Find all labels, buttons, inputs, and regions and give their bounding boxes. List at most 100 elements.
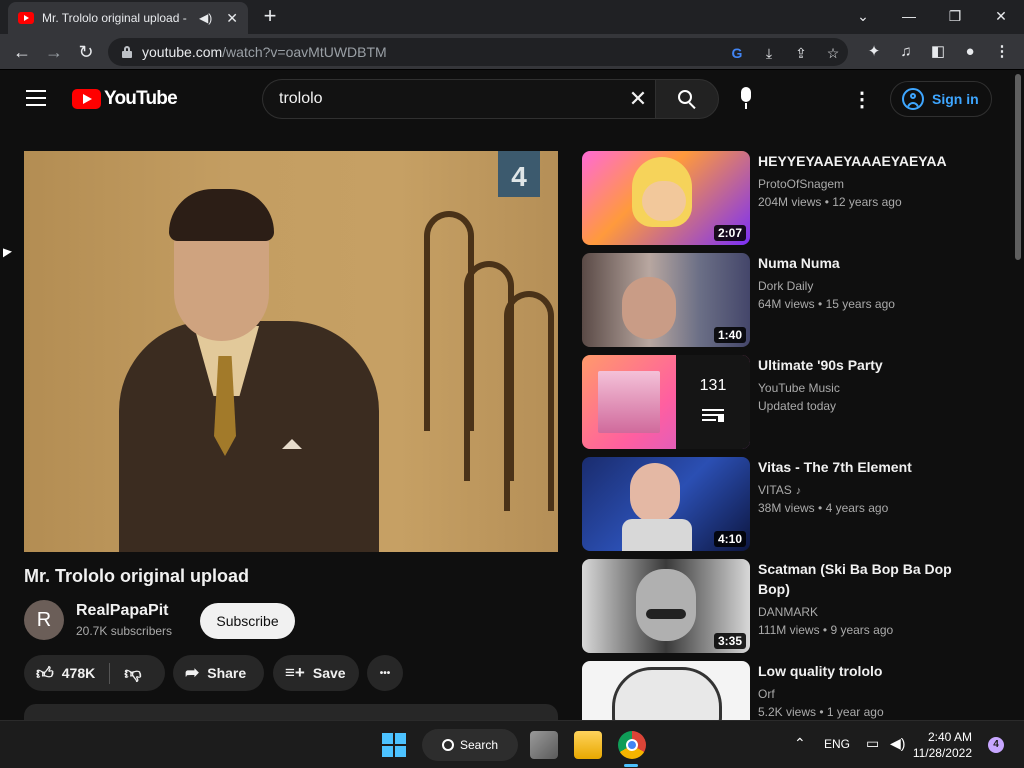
video-thumbnail[interactable] [582, 661, 750, 720]
playlist-count: 131 [699, 377, 727, 394]
related-video-channel: YouTube Music [758, 381, 840, 395]
page-scrollbar[interactable] [1012, 70, 1024, 720]
extensions-icon[interactable]: ✦ [864, 42, 884, 62]
browser-tab-strip: Mr. Trololo original upload - ◀) ✕ + ⌄ —… [0, 0, 1024, 34]
notification-badge[interactable]: 4 [988, 737, 1004, 753]
thumbs-down-icon[interactable]: 👎︎ [124, 663, 141, 684]
video-player[interactable]: 4 [24, 151, 558, 552]
video-thumbnail[interactable]: 1:40 [582, 253, 750, 347]
profile-icon[interactable]: ● [960, 42, 980, 62]
taskbar-search-button[interactable]: Search [422, 729, 518, 761]
restore-button[interactable]: ❐ [932, 4, 978, 28]
address-bar[interactable]: youtube.com/watch?v=oavMtUWDBTM G ⤓ ⇪ ☆ [108, 38, 848, 66]
clear-search-icon[interactable]: ✕ [626, 87, 650, 111]
playlist-icon [702, 409, 724, 423]
related-video-item[interactable]: Low quality trololo Orf 5.2K views • 1 y… [582, 661, 1002, 720]
related-video-title: Vitas - The 7th Element [758, 459, 912, 475]
view-count: 204M views [758, 195, 822, 209]
volume-icon[interactable]: ◀) [890, 735, 905, 752]
chrome-taskbar-icon[interactable] [618, 731, 646, 759]
speaker-icon[interactable]: ◀) [199, 11, 212, 25]
back-button[interactable]: ← [10, 40, 34, 64]
trollface-drawing [612, 667, 722, 720]
side-panel-icon[interactable]: ◧ [928, 42, 948, 62]
language-indicator[interactable]: ENG [824, 737, 850, 751]
subscribe-button[interactable]: Subscribe [200, 603, 295, 639]
search-input[interactable] [279, 90, 619, 108]
mouse-cursor-icon [3, 248, 12, 261]
share-arrow-icon: ➦ [185, 663, 200, 682]
search-button[interactable] [655, 79, 719, 119]
browser-tab[interactable]: Mr. Trololo original upload - ◀) ✕ [8, 2, 248, 34]
upload-age: 12 years ago [832, 195, 902, 209]
related-video-meta: 38M views • 4 years ago [758, 501, 889, 515]
menu-hamburger-icon[interactable] [26, 90, 46, 106]
file-explorer-icon[interactable] [574, 731, 602, 759]
browser-menu-icon[interactable]: ⋮ [992, 42, 1012, 62]
view-count: 38M views [758, 501, 815, 515]
tray-chevron-up-icon[interactable]: ⌃ [794, 735, 806, 752]
voice-search-button[interactable] [730, 83, 762, 115]
system-clock[interactable]: 2:40 AM 11/28/2022 [908, 729, 972, 761]
related-video-meta: Updated today [758, 399, 837, 413]
tab-search-chevron-icon[interactable]: ⌄ [840, 4, 886, 28]
channel-name[interactable]: RealPapaPit [76, 602, 168, 620]
singer-hair [169, 189, 274, 241]
youtube-header: YouTube ✕ ⋮ Sign in [0, 70, 1010, 126]
video-thumbnail[interactable]: 2:07 [582, 151, 750, 245]
vitas-face [630, 463, 680, 523]
related-video-item[interactable]: 3:35 Scatman (Ski Ba Bop Ba Dop Bop) DAN… [582, 559, 1002, 653]
clock-date: 11/28/2022 [912, 746, 972, 760]
scrollbar-thumb[interactable] [1015, 74, 1021, 260]
related-video-item[interactable]: 2:07 HEYYEYAAEYAAAEYAEYAA ProtoOfSnagem … [582, 151, 1002, 245]
bookmark-star-icon[interactable]: ☆ [824, 44, 842, 62]
reload-button[interactable]: ↻ [74, 40, 98, 64]
url-path: /watch?v=oavMtUWDBTM [222, 44, 387, 60]
youtube-favicon-icon [18, 12, 34, 24]
task-view-icon[interactable] [530, 731, 558, 759]
upload-age: 4 years ago [825, 501, 889, 515]
settings-kebab-icon[interactable]: ⋮ [850, 88, 874, 112]
related-video-channel: VITAS ♪ [758, 483, 801, 497]
windows-start-icon[interactable] [382, 733, 406, 757]
more-actions-button[interactable]: ••• [367, 655, 403, 691]
video-thumbnail[interactable]: 4:10 [582, 457, 750, 551]
taskbar-search-label: Search [460, 738, 499, 752]
share-page-icon[interactable]: ⇪ [792, 44, 810, 62]
related-video-title: Ultimate '90s Party [758, 357, 883, 373]
related-video-item[interactable]: 4:10 Vitas - The 7th Element VITAS ♪ 38M … [582, 457, 1002, 551]
like-button[interactable]: 👍︎ 478K [36, 662, 111, 684]
network-icon[interactable]: ▭ [866, 735, 879, 752]
install-app-icon[interactable]: ⤓ [760, 44, 778, 62]
share-label: Share [207, 665, 247, 681]
related-video-title: Numa Numa [758, 255, 840, 271]
video-thumbnail[interactable]: 3:35 [582, 559, 750, 653]
close-window-button[interactable]: ✕ [978, 4, 1024, 28]
forward-button[interactable]: → [42, 40, 66, 64]
channel-label: VITAS [758, 483, 792, 497]
related-video-item[interactable]: 1:40 Numa Numa Dork Daily 64M views • 15… [582, 253, 1002, 347]
google-lens-icon[interactable]: G [728, 44, 746, 62]
save-button[interactable]: ≡+ Save [273, 655, 359, 691]
share-button[interactable]: ➦ Share [173, 655, 264, 691]
channel-avatar[interactable]: R [24, 600, 64, 640]
tab-close-icon[interactable]: ✕ [226, 10, 238, 27]
media-controls-icon[interactable]: ♫ [896, 42, 916, 62]
youtube-logo[interactable]: YouTube [72, 88, 178, 110]
related-video-title: HEYYEYAAEYAAAEYAEYAA [758, 153, 947, 169]
related-playlist-item[interactable]: 131 Ultimate '90s Party YouTube Music Up… [582, 355, 1002, 449]
upload-age: 15 years ago [825, 297, 895, 311]
sign-in-button[interactable]: Sign in [890, 81, 992, 117]
subscriber-count: 20.7K subscribers [76, 624, 173, 638]
related-video-channel: DANMARK [758, 605, 819, 619]
related-video-title: Scatman (Ski Ba Bop Ba Dop Bop) [758, 561, 952, 597]
minimize-button[interactable]: — [886, 4, 932, 28]
new-tab-button[interactable]: + [258, 4, 282, 28]
windows-taskbar: Search ⌃ ENG ▭ ◀) 2:40 AM 11/28/2022 4 [0, 720, 1024, 768]
video-duration: 4:10 [713, 531, 746, 547]
url-host: youtube.com [142, 44, 223, 60]
related-video-channel: Orf [758, 687, 775, 701]
playlist-thumbnail[interactable]: 131 [582, 355, 750, 449]
lock-icon[interactable] [122, 46, 132, 58]
playlist-add-icon: ≡+ [285, 663, 305, 682]
